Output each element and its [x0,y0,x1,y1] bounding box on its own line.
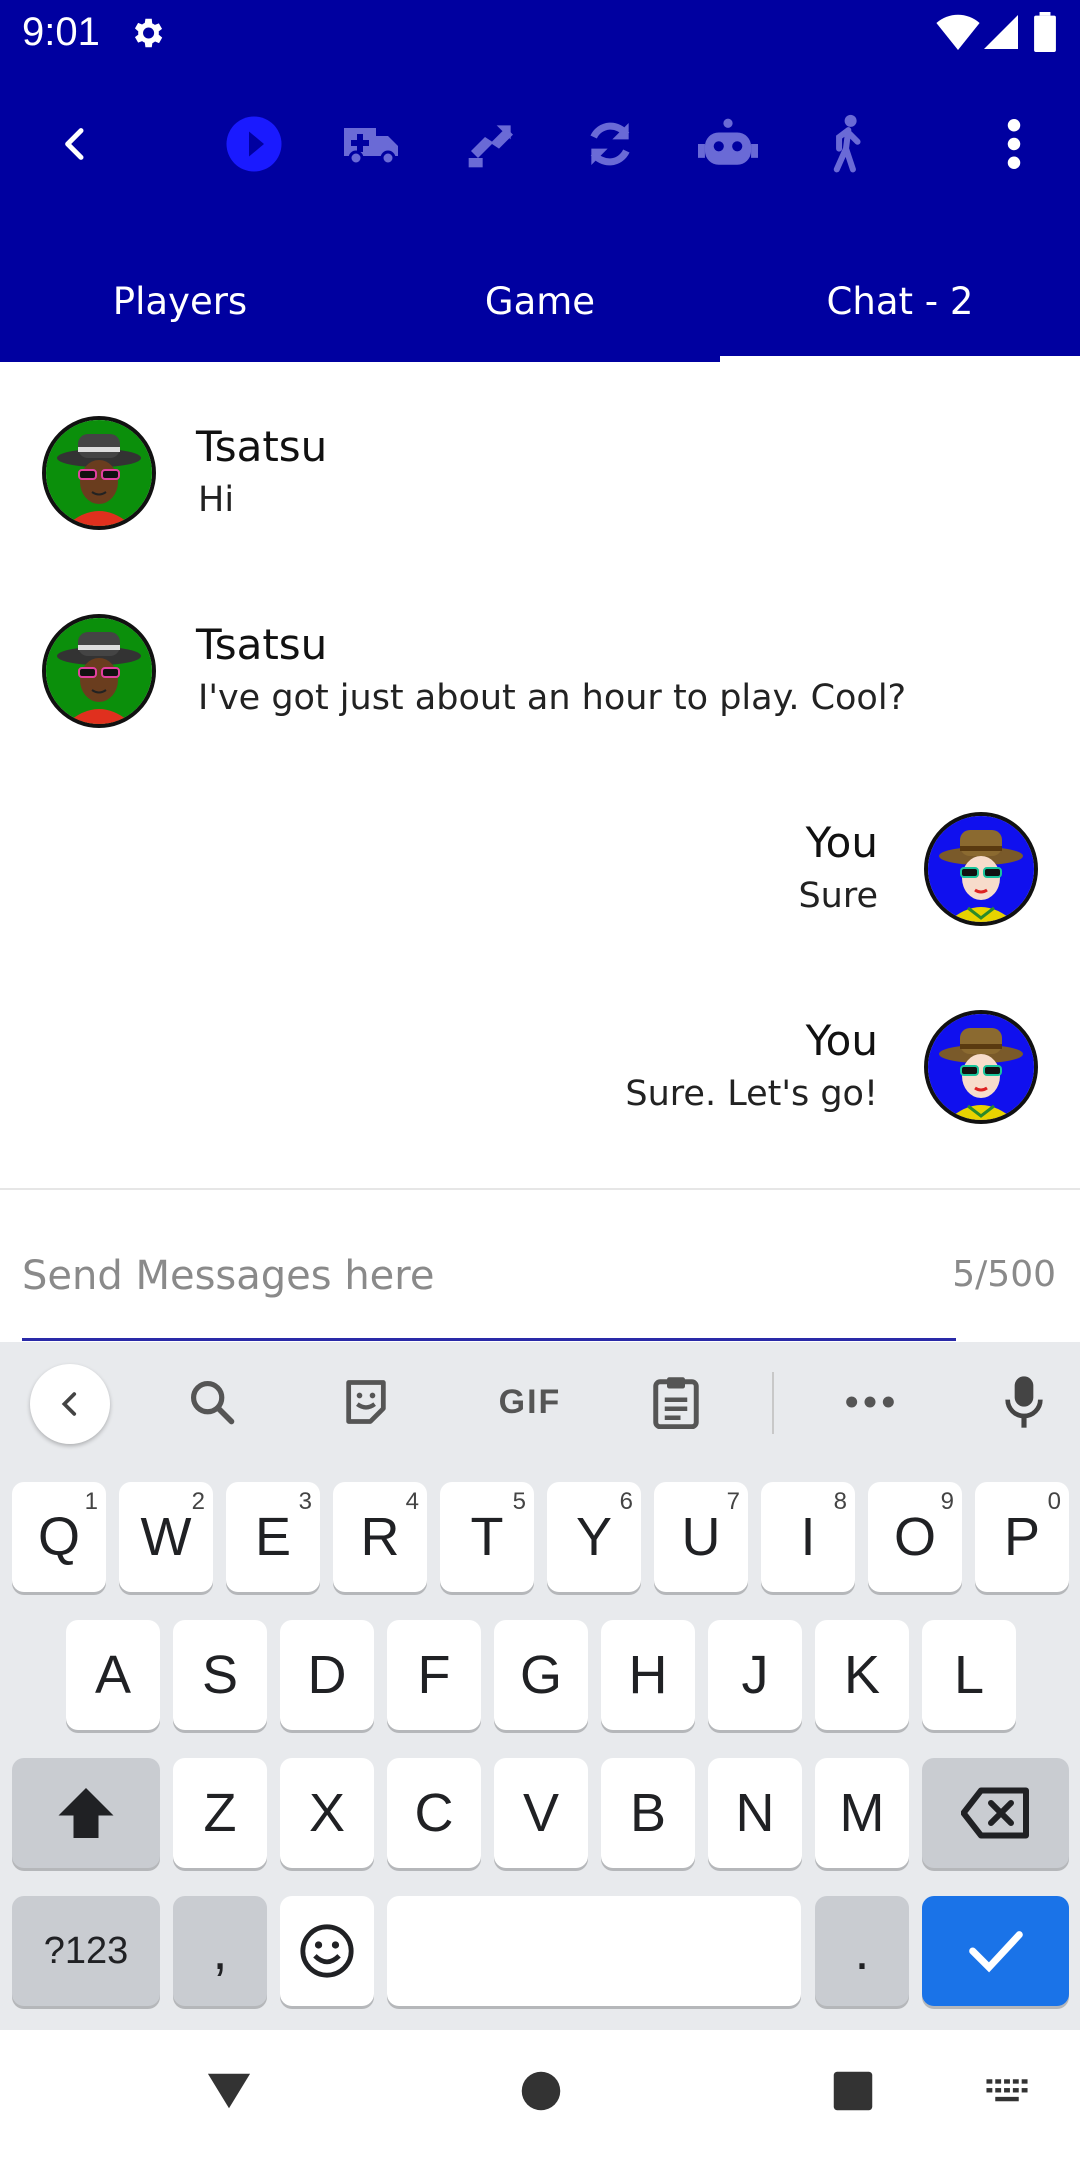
app-bar: 9:01 Players Game Chat - 2 [0,0,1080,362]
keyboard-switcher-icon[interactable] [982,2066,1032,2116]
key-v[interactable]: V [494,1758,588,1868]
tab-bar: Players Game Chat - 2 [0,240,1080,362]
tab-players[interactable]: Players [0,240,360,362]
key-x[interactable]: X [280,1758,374,1868]
message-compose: 5/500 [0,1190,1080,1342]
key-o[interactable]: O9 [868,1482,962,1592]
message-author: Tsatsu [196,422,328,471]
gif-button[interactable]: GIF [480,1364,580,1440]
emoji-icon [300,1924,354,1978]
character-counter: 5/500 [952,1254,1056,1295]
key-y[interactable]: Y6 [547,1482,641,1592]
status-bar: 9:01 [0,0,1080,66]
back-arrow-icon[interactable] [44,112,108,176]
message-author: Tsatsu [196,620,328,669]
avatar [42,416,156,530]
more-options-icon[interactable] [982,112,1046,176]
space-key[interactable] [387,1896,801,2006]
walking-person-icon[interactable] [814,112,878,176]
avatar [924,1010,1038,1124]
key-w[interactable]: W2 [119,1482,213,1592]
ambulance-icon[interactable] [340,112,404,176]
emoji-key[interactable] [280,1896,374,2006]
key-s[interactable]: S [173,1620,267,1730]
message-text: Sure. Let's go! [625,1074,878,1114]
chat-message-list[interactable]: Tsatsu Hi Tsatsu I've got just about an … [0,362,1080,1188]
enter-key[interactable] [922,1896,1069,2006]
key-l[interactable]: L [922,1620,1016,1730]
avatar [42,614,156,728]
key-u[interactable]: U7 [654,1482,748,1592]
key-t[interactable]: T5 [440,1482,534,1592]
backspace-icon [960,1787,1029,1839]
symbols-key[interactable]: ?123 [12,1896,160,2006]
status-time: 9:01 [22,10,100,54]
key-a[interactable]: A [66,1620,160,1730]
period-key[interactable]: . [815,1896,909,2006]
collapse-toolbar-icon[interactable] [30,1364,110,1444]
key-r[interactable]: R4 [333,1482,427,1592]
chat-message: You Sure [0,758,1080,956]
sticker-icon[interactable] [328,1364,404,1440]
key-m[interactable]: M [815,1758,909,1868]
message-input[interactable] [22,1246,922,1306]
on-screen-keyboard: GIF Q1 W2 E3 R4 T5 Y6 U7 I8 O9 P0 A S D … [0,1342,1080,2030]
nav-back-triangle-icon[interactable] [204,2066,254,2116]
keyboard-suggestion-strip: GIF [0,1342,1080,1460]
chat-message: Tsatsu I've got just about an hour to pl… [0,560,1080,758]
key-d[interactable]: D [280,1620,374,1730]
key-b[interactable]: B [601,1758,695,1868]
message-text: Sure [798,876,878,916]
sync-icon[interactable] [578,112,642,176]
toolbar-separator [772,1372,774,1434]
key-h[interactable]: H [601,1620,695,1730]
key-j[interactable]: J [708,1620,802,1730]
shift-key[interactable] [12,1758,160,1868]
more-icon[interactable] [832,1364,908,1440]
key-e[interactable]: E3 [226,1482,320,1592]
checkmark-icon [968,1931,1023,1973]
robot-icon[interactable] [696,112,760,176]
key-q[interactable]: Q1 [12,1482,106,1592]
search-icon[interactable] [174,1364,250,1440]
key-c[interactable]: C [387,1758,481,1868]
trade-handshake-icon[interactable] [460,112,524,176]
message-author: You [805,818,878,867]
chat-message: Tsatsu Hi [0,362,1080,560]
system-navigation-bar [0,2030,1080,2160]
microphone-icon[interactable] [986,1364,1062,1440]
play-icon[interactable] [222,112,286,176]
message-text: Hi [198,480,235,520]
settings-gear-icon [134,18,163,48]
key-p[interactable]: P0 [975,1482,1069,1592]
key-g[interactable]: G [494,1620,588,1730]
clipboard-icon[interactable] [638,1364,714,1440]
chat-message: You Sure. Let's go! [0,956,1080,1154]
tab-chat[interactable]: Chat - 2 [720,240,1080,362]
key-f[interactable]: F [387,1620,481,1730]
cell-signal-icon [984,15,1018,49]
message-text: I've got just about an hour to play. Coo… [198,678,907,718]
message-author: You [805,1016,878,1065]
nav-home-circle-icon[interactable] [516,2066,566,2116]
comma-key[interactable]: , [173,1896,267,2006]
nav-recents-square-icon[interactable] [828,2066,878,2116]
input-underline [22,1338,956,1341]
tab-game[interactable]: Game [360,240,720,362]
avatar [924,812,1038,926]
screen: 9:01 Players Game Chat - 2 Tsatsu Hi Tsa… [0,0,1080,2160]
key-n[interactable]: N [708,1758,802,1868]
key-z[interactable]: Z [173,1758,267,1868]
battery-icon [1034,12,1056,52]
backspace-key[interactable] [922,1758,1069,1868]
key-i[interactable]: I8 [761,1482,855,1592]
wifi-icon [936,14,980,50]
key-k[interactable]: K [815,1620,909,1730]
shift-arrow-icon [58,1788,114,1838]
